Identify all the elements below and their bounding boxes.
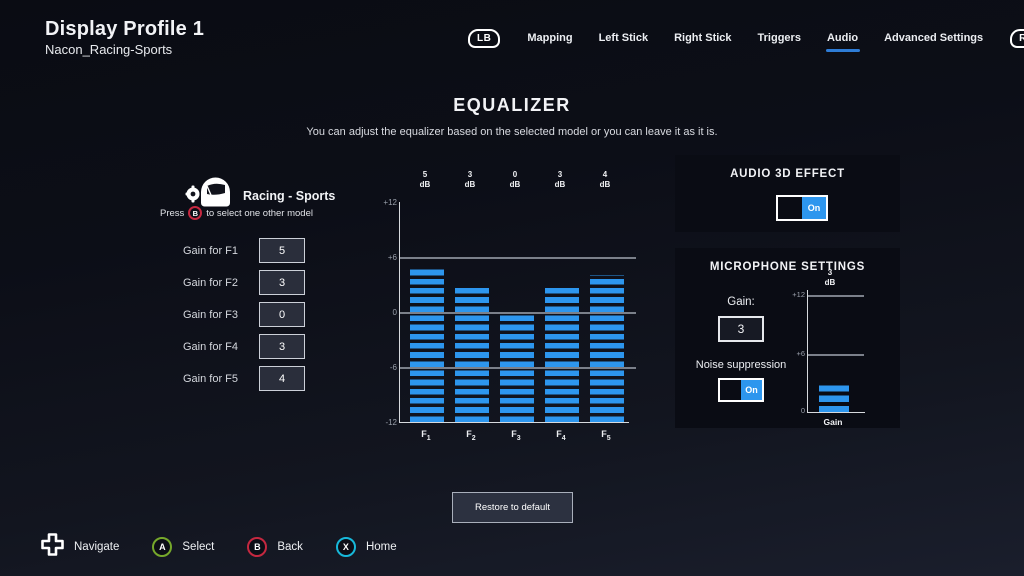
legend-label: Navigate (74, 541, 119, 553)
y-tick: 0 (373, 308, 397, 317)
y-tick: +12 (783, 290, 805, 299)
controller-legend: Navigate A Select B Back X Home (41, 533, 430, 561)
gain-row-f3: Gain for F3 0 (183, 302, 305, 327)
page-title: EQUALIZER (0, 95, 1024, 116)
gain-row-f2: Gain for F2 3 (183, 270, 305, 295)
tab-advanced-settings[interactable]: Advanced Settings (884, 32, 983, 44)
toggle-on-half: On (741, 380, 762, 400)
legend-label: Home (366, 541, 397, 553)
toggle-off-half (778, 197, 802, 219)
y-tick: +6 (783, 349, 805, 358)
page-description: You can adjust the equalizer based on th… (0, 126, 1024, 138)
y-tick: 0 (783, 406, 805, 415)
y-tick: +6 (373, 253, 397, 262)
gain-row-f1: Gain for F1 5 (183, 238, 305, 263)
mic-plot-area (807, 290, 865, 413)
rb-bumper-icon[interactable]: RB (1010, 29, 1024, 48)
mic-gain-chart: 3dB +12 +6 0 Gain (783, 268, 893, 428)
category-label-f5: F5 (586, 429, 626, 442)
bar-value-label: 3dB (450, 170, 490, 190)
gain-f4-label: Gain for F4 (183, 341, 238, 353)
equalizer-plot-area (399, 202, 629, 423)
mic-gain-input[interactable]: 3 (718, 316, 764, 342)
tab-audio[interactable]: Audio (827, 32, 858, 44)
eq-bar-F5 (590, 275, 624, 422)
gain-f5-input[interactable]: 4 (259, 366, 305, 391)
legend-navigate: Navigate (41, 533, 119, 561)
bar-value-label: 3dB (540, 170, 580, 190)
noise-suppression-label: Noise suppression (685, 359, 797, 371)
mic-gain-label: Gain: (685, 296, 797, 308)
lb-bumper-icon[interactable]: LB (468, 29, 500, 48)
eq-bar-F4 (545, 285, 579, 423)
y-tick: +12 (373, 198, 397, 207)
category-label-f3: F3 (496, 429, 536, 442)
tab-left-stick[interactable]: Left Stick (599, 32, 649, 44)
tab-mapping[interactable]: Mapping (527, 32, 572, 44)
gridline-plus6 (808, 354, 864, 356)
gain-row-f4: Gain for F4 3 (183, 334, 305, 359)
gain-f3-input[interactable]: 0 (259, 302, 305, 327)
dpad-icon (41, 533, 64, 561)
legend-label: Select (182, 541, 214, 553)
equalizer-chart: 5dB 3dB 0dB 3dB 4dB +12 +6 0 -6 -12 F1 F… (373, 168, 643, 443)
legend-home: X Home (336, 537, 397, 557)
profile-name: Nacon_Racing-Sports (45, 42, 172, 57)
audio-3d-toggle[interactable]: On (776, 195, 828, 221)
legend-back: B Back (247, 537, 303, 557)
a-button-icon: A (152, 537, 172, 557)
mic-x-label: Gain (813, 417, 853, 427)
audio-3d-title: AUDIO 3D EFFECT (675, 155, 900, 180)
hint-suffix: to select one other model (206, 208, 313, 219)
bar-value-label: 4dB (585, 170, 625, 190)
tab-triggers[interactable]: Triggers (758, 32, 801, 44)
gain-f2-label: Gain for F2 (183, 277, 238, 289)
gridline-plus6 (400, 257, 636, 259)
gain-f5-label: Gain for F5 (183, 373, 238, 385)
nav-tabs: Mapping Left Stick Right Stick Triggers … (514, 32, 996, 44)
model-change-hint: Press B to select one other model (160, 206, 360, 220)
legend-label: Back (277, 541, 303, 553)
eq-bar-F2 (455, 285, 489, 423)
eq-bar-Gain (819, 382, 849, 413)
gain-f1-label: Gain for F1 (183, 245, 238, 257)
eq-bar-F1 (410, 266, 444, 422)
gain-f2-input[interactable]: 3 (259, 270, 305, 295)
category-label-f4: F4 (541, 429, 581, 442)
tab-right-stick[interactable]: Right Stick (674, 32, 731, 44)
audio-3d-effect-panel: AUDIO 3D EFFECT On (675, 155, 900, 232)
bar-value-label: 0dB (495, 170, 535, 190)
page-profile-title: Display Profile 1 (45, 18, 204, 41)
noise-suppression-toggle[interactable]: On (718, 378, 764, 402)
restore-default-button[interactable]: Restore to default (452, 492, 573, 523)
y-tick: -6 (373, 363, 397, 372)
gridline-plus12 (808, 295, 864, 297)
category-label-f2: F2 (451, 429, 491, 442)
equalizer-screen: Display Profile 1 Nacon_Racing-Sports LB… (0, 0, 1024, 576)
gain-f3-label: Gain for F3 (183, 309, 238, 321)
b-button-icon: B (247, 537, 267, 557)
category-label-f1: F1 (406, 429, 446, 442)
eq-bar-F3 (500, 312, 534, 422)
b-button-icon: B (188, 206, 202, 220)
x-button-icon: X (336, 537, 356, 557)
gain-row-f5: Gain for F5 4 (183, 366, 305, 391)
hint-prefix: Press (160, 208, 184, 219)
bar-value-label: 5dB (405, 170, 445, 190)
top-navigation: LB Mapping Left Stick Right Stick Trigge… (468, 24, 1024, 52)
gain-f4-input[interactable]: 3 (259, 334, 305, 359)
legend-select: A Select (152, 537, 214, 557)
model-name: Racing - Sports (243, 189, 335, 203)
mic-bar-value-label: 3dB (810, 268, 850, 288)
toggle-off-half (720, 380, 741, 400)
y-tick: -12 (373, 418, 397, 427)
gain-f1-input[interactable]: 5 (259, 238, 305, 263)
microphone-controls: Gain: 3 Noise suppression On (685, 296, 797, 402)
toggle-on-half: On (802, 197, 826, 219)
